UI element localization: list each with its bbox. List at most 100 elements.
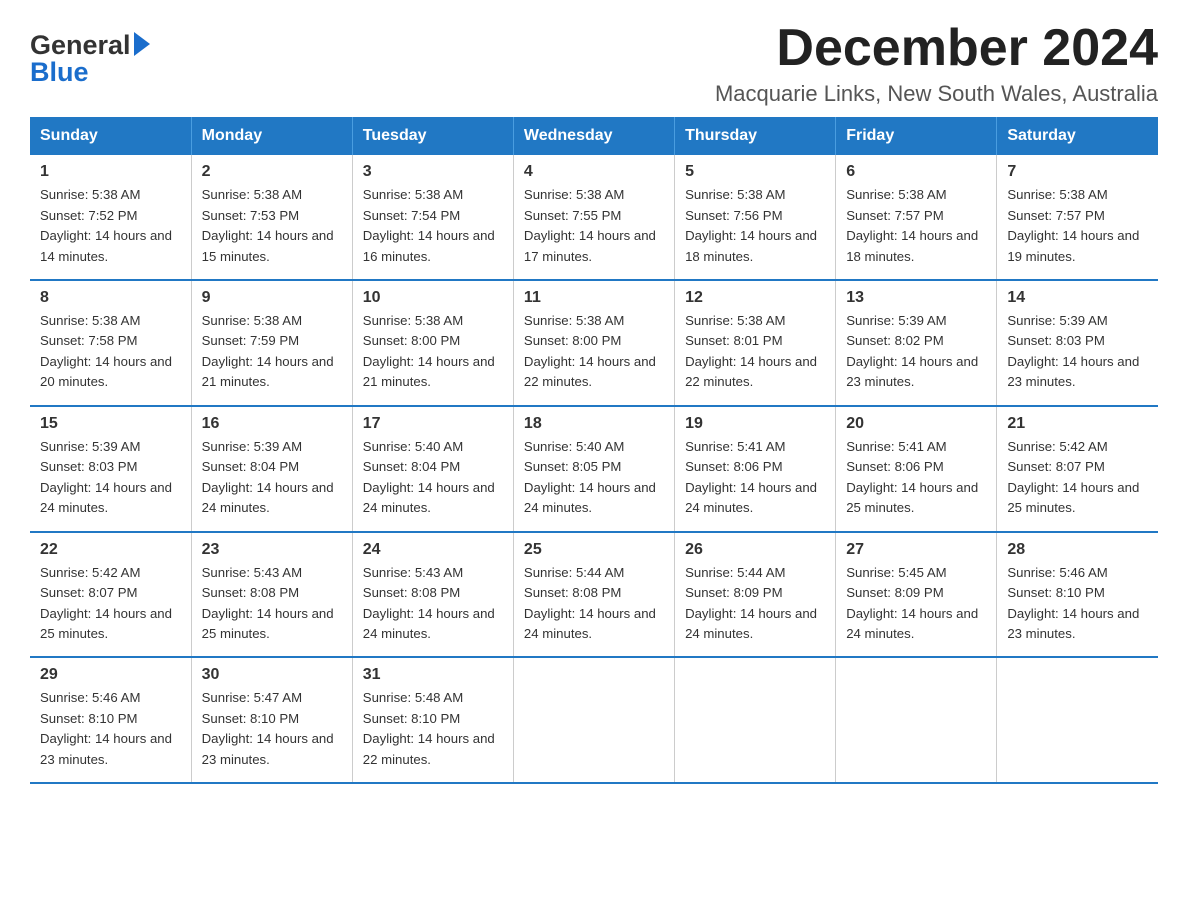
day-number: 28 xyxy=(1007,541,1148,559)
calendar-day-cell: 23 Sunrise: 5:43 AMSunset: 8:08 PMDayligh… xyxy=(191,532,352,658)
day-number: 16 xyxy=(202,415,342,433)
calendar-day-cell: 8 Sunrise: 5:38 AMSunset: 7:58 PMDaylight… xyxy=(30,280,191,406)
calendar-empty-cell xyxy=(675,657,836,783)
day-number: 13 xyxy=(846,289,986,307)
day-info: Sunrise: 5:38 AMSunset: 7:59 PMDaylight:… xyxy=(202,311,342,393)
weekday-header-wednesday: Wednesday xyxy=(513,117,674,155)
calendar-day-cell: 18Sunrise: 5:40 AMSunset: 8:05 PMDayligh… xyxy=(513,406,674,532)
day-info: Sunrise: 5:46 AMSunset: 8:10 PMDaylight:… xyxy=(1007,563,1148,645)
day-info: Sunrise: 5:46 AMSunset: 8:10 PMDaylight:… xyxy=(40,688,181,770)
day-info: Sunrise: 5:39 AMSunset: 8:03 PMDaylight:… xyxy=(40,437,181,519)
day-info: Sunrise: 5:41 AMSunset: 8:06 PMDaylight:… xyxy=(685,437,825,519)
day-number: 10 xyxy=(363,289,503,307)
day-number: 22 xyxy=(40,541,181,559)
day-number: 17 xyxy=(363,415,503,433)
calendar-day-cell: 28 Sunrise: 5:46 AMSunset: 8:10 PMDayligh… xyxy=(997,532,1158,658)
weekday-header-friday: Friday xyxy=(836,117,997,155)
calendar-day-cell: 3 Sunrise: 5:38 AMSunset: 7:54 PMDaylight… xyxy=(352,155,513,280)
day-number: 8 xyxy=(40,289,181,307)
calendar-day-cell: 20 Sunrise: 5:41 AMSunset: 8:06 PMDayligh… xyxy=(836,406,997,532)
day-number: 24 xyxy=(363,541,503,559)
calendar-week-row: 22 Sunrise: 5:42 AMSunset: 8:07 PMDayligh… xyxy=(30,532,1158,658)
day-info: Sunrise: 5:38 AMSunset: 7:52 PMDaylight:… xyxy=(40,185,181,267)
day-info: Sunrise: 5:44 AMSunset: 8:08 PMDaylight:… xyxy=(524,563,664,645)
day-info: Sunrise: 5:44 AMSunset: 8:09 PMDaylight:… xyxy=(685,563,825,645)
logo-triangle-icon xyxy=(134,32,150,56)
day-info: Sunrise: 5:43 AMSunset: 8:08 PMDaylight:… xyxy=(202,563,342,645)
calendar-day-cell: 30 Sunrise: 5:47 AMSunset: 8:10 PMDayligh… xyxy=(191,657,352,783)
day-info: Sunrise: 5:38 AMSunset: 7:57 PMDaylight:… xyxy=(846,185,986,267)
calendar-day-cell: 15Sunrise: 5:39 AMSunset: 8:03 PMDayligh… xyxy=(30,406,191,532)
calendar-day-cell: 1 Sunrise: 5:38 AMSunset: 7:52 PMDaylight… xyxy=(30,155,191,280)
calendar-day-cell: 24 Sunrise: 5:43 AMSunset: 8:08 PMDayligh… xyxy=(352,532,513,658)
calendar-day-cell: 22 Sunrise: 5:42 AMSunset: 8:07 PMDayligh… xyxy=(30,532,191,658)
calendar-day-cell: 11Sunrise: 5:38 AMSunset: 8:00 PMDayligh… xyxy=(513,280,674,406)
day-info: Sunrise: 5:42 AMSunset: 8:07 PMDaylight:… xyxy=(1007,437,1148,519)
day-info: Sunrise: 5:38 AMSunset: 8:00 PMDaylight:… xyxy=(363,311,503,393)
calendar-day-cell: 2Sunrise: 5:38 AMSunset: 7:53 PMDaylight… xyxy=(191,155,352,280)
calendar-week-row: 15Sunrise: 5:39 AMSunset: 8:03 PMDayligh… xyxy=(30,406,1158,532)
weekday-header-tuesday: Tuesday xyxy=(352,117,513,155)
day-number: 23 xyxy=(202,541,342,559)
day-number: 19 xyxy=(685,415,825,433)
calendar-day-cell: 19 Sunrise: 5:41 AMSunset: 8:06 PMDayligh… xyxy=(675,406,836,532)
calendar-week-row: 29 Sunrise: 5:46 AMSunset: 8:10 PMDayligh… xyxy=(30,657,1158,783)
day-number: 5 xyxy=(685,163,825,181)
calendar-day-cell: 27 Sunrise: 5:45 AMSunset: 8:09 PMDayligh… xyxy=(836,532,997,658)
day-info: Sunrise: 5:38 AMSunset: 7:58 PMDaylight:… xyxy=(40,311,181,393)
day-info: Sunrise: 5:45 AMSunset: 8:09 PMDaylight:… xyxy=(846,563,986,645)
weekday-header-saturday: Saturday xyxy=(997,117,1158,155)
day-number: 21 xyxy=(1007,415,1148,433)
day-info: Sunrise: 5:41 AMSunset: 8:06 PMDaylight:… xyxy=(846,437,986,519)
calendar-day-cell: 10 Sunrise: 5:38 AMSunset: 8:00 PMDayligh… xyxy=(352,280,513,406)
calendar-day-cell: 13Sunrise: 5:39 AMSunset: 8:02 PMDayligh… xyxy=(836,280,997,406)
day-number: 14 xyxy=(1007,289,1148,307)
day-info: Sunrise: 5:38 AMSunset: 7:57 PMDaylight:… xyxy=(1007,185,1148,267)
calendar-day-cell: 12 Sunrise: 5:38 AMSunset: 8:01 PMDayligh… xyxy=(675,280,836,406)
day-number: 6 xyxy=(846,163,986,181)
day-number: 20 xyxy=(846,415,986,433)
calendar-day-cell: 16 Sunrise: 5:39 AMSunset: 8:04 PMDayligh… xyxy=(191,406,352,532)
day-info: Sunrise: 5:48 AMSunset: 8:10 PMDaylight:… xyxy=(363,688,503,770)
day-number: 18 xyxy=(524,415,664,433)
calendar-day-cell: 6 Sunrise: 5:38 AMSunset: 7:57 PMDaylight… xyxy=(836,155,997,280)
calendar-day-cell: 7Sunrise: 5:38 AMSunset: 7:57 PMDaylight… xyxy=(997,155,1158,280)
calendar-title: December 2024 xyxy=(715,20,1158,77)
day-number: 26 xyxy=(685,541,825,559)
calendar-week-row: 8 Sunrise: 5:38 AMSunset: 7:58 PMDaylight… xyxy=(30,280,1158,406)
calendar-day-cell: 14 Sunrise: 5:39 AMSunset: 8:03 PMDayligh… xyxy=(997,280,1158,406)
day-number: 31 xyxy=(363,666,503,684)
weekday-header-sunday: Sunday xyxy=(30,117,191,155)
day-info: Sunrise: 5:39 AMSunset: 8:03 PMDaylight:… xyxy=(1007,311,1148,393)
day-info: Sunrise: 5:38 AMSunset: 8:00 PMDaylight:… xyxy=(524,311,664,393)
calendar-subtitle: Macquarie Links, New South Wales, Austra… xyxy=(715,81,1158,107)
day-info: Sunrise: 5:39 AMSunset: 8:04 PMDaylight:… xyxy=(202,437,342,519)
calendar-table: SundayMondayTuesdayWednesdayThursdayFrid… xyxy=(30,117,1158,784)
day-number: 30 xyxy=(202,666,342,684)
calendar-empty-cell xyxy=(997,657,1158,783)
calendar-day-cell: 5 Sunrise: 5:38 AMSunset: 7:56 PMDaylight… xyxy=(675,155,836,280)
calendar-day-cell: 21 Sunrise: 5:42 AMSunset: 8:07 PMDayligh… xyxy=(997,406,1158,532)
day-info: Sunrise: 5:42 AMSunset: 8:07 PMDaylight:… xyxy=(40,563,181,645)
day-number: 9 xyxy=(202,289,342,307)
day-number: 1 xyxy=(40,163,181,181)
day-number: 3 xyxy=(363,163,503,181)
day-info: Sunrise: 5:38 AMSunset: 7:56 PMDaylight:… xyxy=(685,185,825,267)
calendar-day-cell: 4Sunrise: 5:38 AMSunset: 7:55 PMDaylight… xyxy=(513,155,674,280)
calendar-header-row: SundayMondayTuesdayWednesdayThursdayFrid… xyxy=(30,117,1158,155)
logo: General Blue xyxy=(30,20,150,88)
day-number: 29 xyxy=(40,666,181,684)
weekday-header-thursday: Thursday xyxy=(675,117,836,155)
day-number: 27 xyxy=(846,541,986,559)
calendar-day-cell: 31 Sunrise: 5:48 AMSunset: 8:10 PMDayligh… xyxy=(352,657,513,783)
day-number: 2 xyxy=(202,163,342,181)
calendar-day-cell: 29 Sunrise: 5:46 AMSunset: 8:10 PMDayligh… xyxy=(30,657,191,783)
day-info: Sunrise: 5:38 AMSunset: 7:54 PMDaylight:… xyxy=(363,185,503,267)
day-number: 25 xyxy=(524,541,664,559)
calendar-day-cell: 26 Sunrise: 5:44 AMSunset: 8:09 PMDayligh… xyxy=(675,532,836,658)
day-number: 12 xyxy=(685,289,825,307)
day-info: Sunrise: 5:38 AMSunset: 8:01 PMDaylight:… xyxy=(685,311,825,393)
day-info: Sunrise: 5:47 AMSunset: 8:10 PMDaylight:… xyxy=(202,688,342,770)
day-info: Sunrise: 5:43 AMSunset: 8:08 PMDaylight:… xyxy=(363,563,503,645)
day-info: Sunrise: 5:38 AMSunset: 7:55 PMDaylight:… xyxy=(524,185,664,267)
